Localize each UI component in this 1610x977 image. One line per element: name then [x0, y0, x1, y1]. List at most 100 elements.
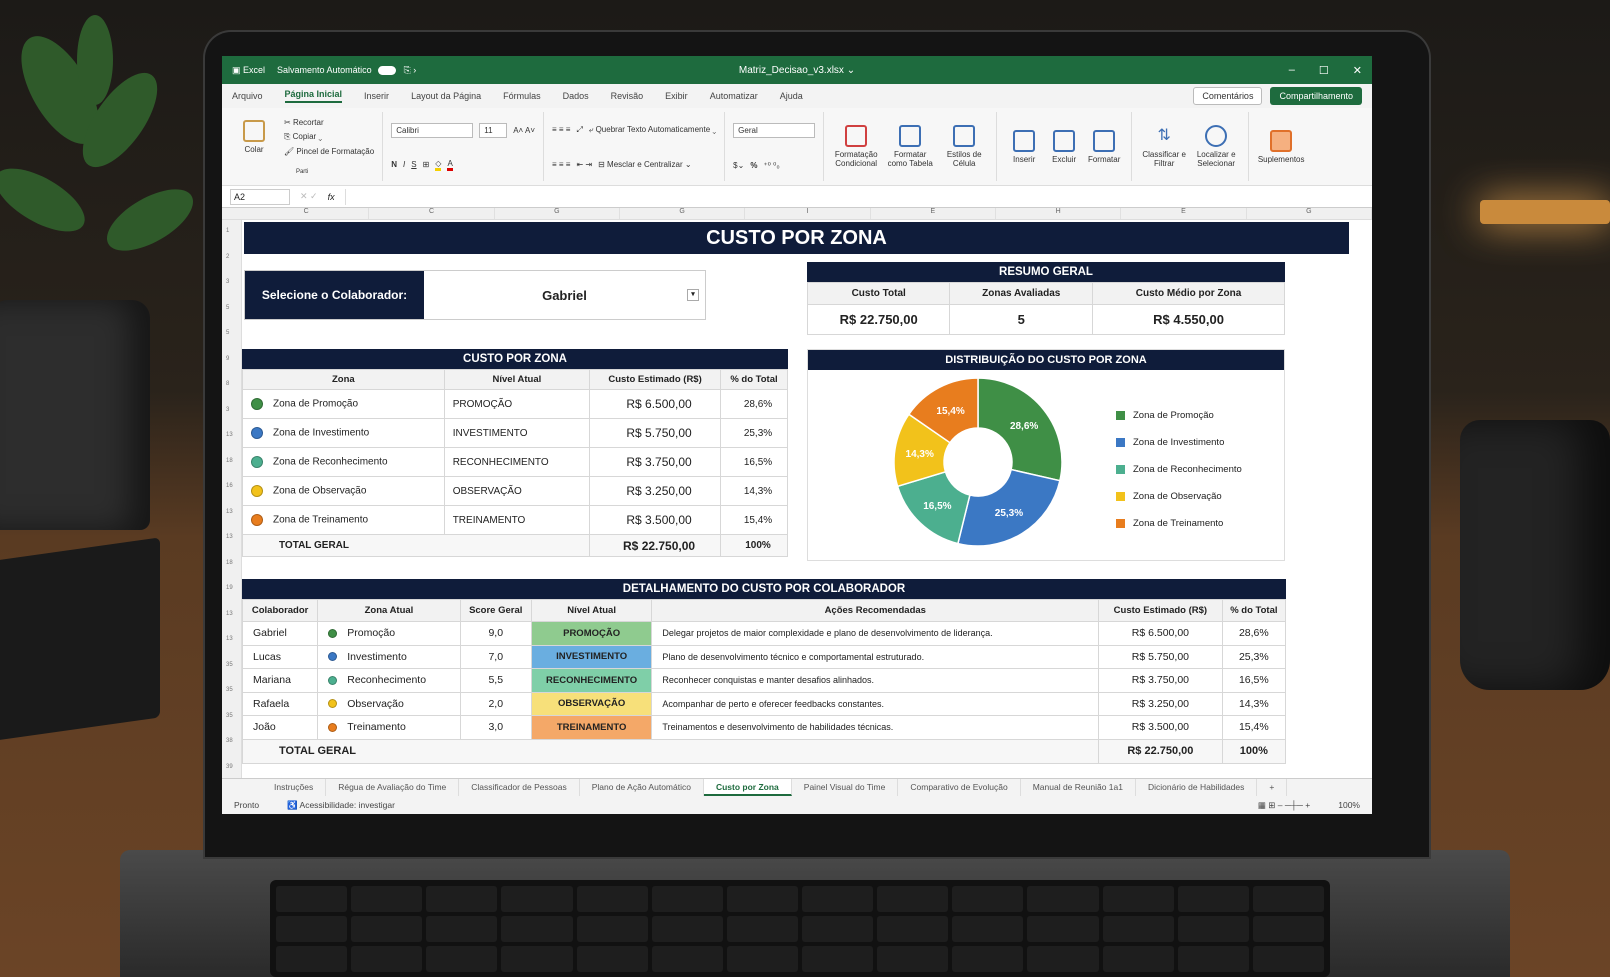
- conditional-format-button[interactable]: Formatação Condicional: [832, 125, 880, 168]
- tab-8[interactable]: Automatizar: [710, 91, 758, 101]
- name-box[interactable]: A2: [230, 188, 290, 205]
- cut-button[interactable]: ✂ Recortar: [284, 118, 374, 127]
- legend-item[interactable]: Zona de Treinamento: [1116, 510, 1242, 537]
- pct-cell[interactable]: 15,4%: [1221, 715, 1287, 740]
- borders-icon[interactable]: ⊞: [423, 160, 430, 169]
- minimize-button[interactable]: –: [1289, 64, 1295, 77]
- view-icons[interactable]: ▦ ⊞ – ─┼─ +: [1258, 800, 1310, 811]
- row-header[interactable]: 2: [226, 254, 229, 260]
- legend-item[interactable]: Zona de Observação: [1116, 483, 1242, 510]
- custo-cell[interactable]: R$ 5.750,00: [1098, 644, 1223, 669]
- paste-button[interactable]: Colar: [230, 120, 278, 154]
- pct-cell[interactable]: 15,4%: [719, 505, 789, 535]
- format-cells-button[interactable]: Formatar: [1085, 129, 1123, 164]
- zona-cell[interactable]: Zona de Reconhecimento: [242, 447, 445, 477]
- sheet-tab[interactable]: Manual de Reunião 1a1: [1021, 779, 1136, 796]
- font-name-field[interactable]: Calibri: [391, 122, 474, 138]
- column-header[interactable]: G: [620, 208, 746, 219]
- zona-atual-cell[interactable]: Investimento: [317, 644, 461, 669]
- addins-button[interactable]: Suplementos: [1257, 129, 1305, 164]
- colaborador-cell[interactable]: Lucas: [241, 644, 319, 669]
- nivel-cell[interactable]: PROMOÇÃO: [443, 389, 591, 419]
- row-header[interactable]: 13: [226, 432, 233, 438]
- zona-cell[interactable]: Zona de Promoção: [242, 389, 445, 419]
- column-header[interactable]: I: [745, 208, 871, 219]
- custo-cell[interactable]: R$ 3.250,00: [1098, 691, 1223, 716]
- custo-cell[interactable]: R$ 3.500,00: [589, 505, 721, 535]
- row-header[interactable]: 19: [226, 585, 233, 591]
- tab-6[interactable]: Revisão: [611, 91, 644, 101]
- tab-0[interactable]: Arquivo: [232, 91, 263, 101]
- zona-atual-cell[interactable]: Reconhecimento: [317, 668, 461, 693]
- sheet-tab[interactable]: Classificador de Pessoas: [459, 779, 580, 796]
- bold-button[interactable]: N: [391, 160, 397, 169]
- fill-color-icon[interactable]: ◇: [435, 159, 442, 171]
- orientation-icon[interactable]: ⤢: [576, 125, 582, 135]
- format-painter-button[interactable]: 🖌 Pincel de Formatação: [284, 147, 374, 156]
- indent-icon[interactable]: ⇤ ⇥: [576, 160, 592, 169]
- row-header[interactable]: 13: [226, 534, 233, 540]
- underline-button[interactable]: S: [411, 160, 416, 169]
- row-header[interactable]: 9: [226, 356, 229, 362]
- acao-cell[interactable]: Plano de desenvolvimento técnico e compo…: [651, 644, 1100, 669]
- delete-cells-button[interactable]: Excluir: [1045, 129, 1083, 164]
- pct-cell[interactable]: 16,5%: [719, 447, 789, 477]
- score-cell[interactable]: 3,0: [459, 715, 532, 740]
- font-size-field[interactable]: 11: [479, 122, 508, 138]
- sheet-tab[interactable]: Painel Visual do Time: [792, 779, 899, 796]
- column-header[interactable]: E: [871, 208, 996, 219]
- legend-item[interactable]: Zona de Reconhecimento: [1116, 456, 1242, 483]
- column-header[interactable]: C: [244, 208, 370, 219]
- pct-cell[interactable]: 16,5%: [1221, 668, 1287, 693]
- resumo-value[interactable]: R$ 22.750,00: [806, 304, 951, 335]
- align-left-icon[interactable]: ≡ ≡ ≡: [552, 160, 570, 169]
- column-header[interactable]: H: [996, 208, 1122, 219]
- pct-cell[interactable]: 25,3%: [719, 418, 789, 448]
- tab-5[interactable]: Dados: [563, 91, 589, 101]
- total-pct[interactable]: 100%: [719, 534, 789, 557]
- maximize-button[interactable]: ☐: [1319, 64, 1329, 77]
- tab-9[interactable]: Ajuda: [780, 91, 803, 101]
- nivel-badge[interactable]: PROMOÇÃO: [530, 621, 653, 646]
- currency-icon[interactable]: $⌄: [733, 161, 744, 170]
- score-cell[interactable]: 2,0: [459, 691, 532, 716]
- nivel-badge[interactable]: OBSERVAÇÃO: [530, 691, 653, 716]
- decimal-icon[interactable]: ⁺⁰ ⁰₀: [763, 161, 779, 170]
- align-top-icon[interactable]: ≡ ≡ ≡: [552, 125, 570, 134]
- row-header[interactable]: 13: [226, 636, 233, 642]
- tab-7[interactable]: Exibir: [665, 91, 688, 101]
- zona-cell[interactable]: Zona de Investimento: [242, 418, 445, 448]
- pct-cell[interactable]: 28,6%: [1221, 621, 1287, 646]
- collaborator-dropdown[interactable]: Gabriel ▾: [424, 271, 705, 319]
- find-select-button[interactable]: Localizar e Selecionar: [1192, 125, 1240, 168]
- tab-2[interactable]: Inserir: [364, 91, 389, 101]
- colaborador-cell[interactable]: Mariana: [241, 668, 319, 693]
- custo-cell[interactable]: R$ 3.750,00: [589, 447, 721, 477]
- row-header[interactable]: 3: [226, 407, 229, 413]
- acao-cell[interactable]: Reconhecer conquistas e manter desafios …: [651, 668, 1100, 693]
- total-label[interactable]: TOTAL GERAL: [241, 738, 1100, 764]
- pct-cell[interactable]: 14,3%: [719, 476, 789, 506]
- format-table-button[interactable]: Formatar como Tabela: [886, 125, 934, 168]
- score-cell[interactable]: 9,0: [459, 621, 532, 646]
- zona-atual-cell[interactable]: Treinamento: [317, 715, 461, 740]
- row-header[interactable]: 18: [226, 458, 233, 464]
- nivel-badge[interactable]: RECONHECIMENTO: [530, 668, 653, 693]
- cancel-icon[interactable]: ✕ ✓: [300, 191, 318, 202]
- chevron-down-icon[interactable]: ▾: [687, 289, 699, 301]
- custo-cell[interactable]: R$ 6.500,00: [1098, 621, 1223, 646]
- tab-3[interactable]: Layout da Página: [411, 91, 481, 101]
- tab-4[interactable]: Fórmulas: [503, 91, 541, 101]
- custo-cell[interactable]: R$ 5.750,00: [589, 418, 721, 448]
- row-header[interactable]: 35: [226, 687, 233, 693]
- zona-atual-cell[interactable]: Observação: [317, 691, 461, 716]
- total-label[interactable]: TOTAL GERAL: [241, 534, 591, 557]
- row-header[interactable]: 35: [226, 662, 233, 668]
- row-header[interactable]: 1: [226, 228, 229, 234]
- score-cell[interactable]: 5,5: [459, 668, 532, 693]
- row-header[interactable]: 3: [226, 279, 229, 285]
- comments-button[interactable]: Comentários: [1193, 87, 1263, 105]
- resumo-value[interactable]: R$ 4.550,00: [1092, 304, 1285, 335]
- nivel-cell[interactable]: OBSERVAÇÃO: [443, 476, 591, 506]
- zoom-level[interactable]: 100%: [1338, 800, 1360, 810]
